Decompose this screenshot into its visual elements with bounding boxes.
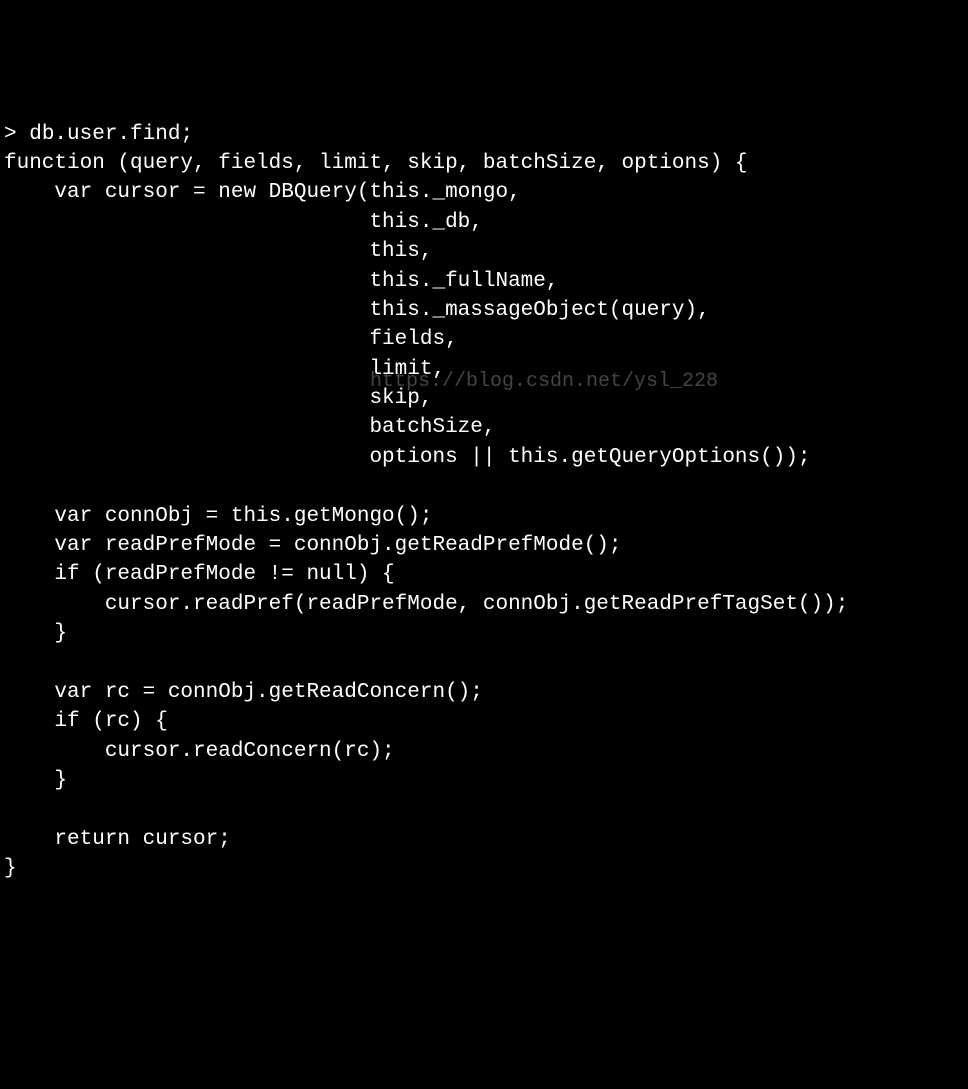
- code-line: cursor.readConcern(rc);: [4, 740, 395, 763]
- code-line: limit,: [4, 358, 445, 381]
- prompt-symbol: >: [4, 123, 29, 146]
- code-line: skip,: [4, 387, 432, 410]
- code-line: options || this.getQueryOptions());: [4, 446, 811, 469]
- code-line: return cursor;: [4, 828, 231, 851]
- code-line: this._fullName,: [4, 270, 559, 293]
- terminal-output: > db.user.find; function (query, fields,…: [4, 120, 964, 884]
- code-line: cursor.readPref(readPrefMode, connObj.ge…: [4, 593, 848, 616]
- code-line: if (readPrefMode != null) {: [4, 563, 395, 586]
- code-line: function (query, fields, limit, skip, ba…: [4, 152, 748, 175]
- code-line: var cursor = new DBQuery(this._mongo,: [4, 181, 521, 204]
- code-line: this._massageObject(query),: [4, 299, 710, 322]
- code-line: var connObj = this.getMongo();: [4, 505, 432, 528]
- code-line: var readPrefMode = connObj.getReadPrefMo…: [4, 534, 622, 557]
- code-line: }: [4, 622, 67, 645]
- command-text: db.user.find;: [29, 123, 193, 146]
- code-line: this,: [4, 240, 432, 263]
- code-line: var rc = connObj.getReadConcern();: [4, 681, 483, 704]
- code-line: fields,: [4, 328, 458, 351]
- code-line: this._db,: [4, 211, 483, 234]
- code-line: }: [4, 769, 67, 792]
- code-line: }: [4, 857, 17, 880]
- code-line: batchSize,: [4, 416, 495, 439]
- code-line: if (rc) {: [4, 710, 168, 733]
